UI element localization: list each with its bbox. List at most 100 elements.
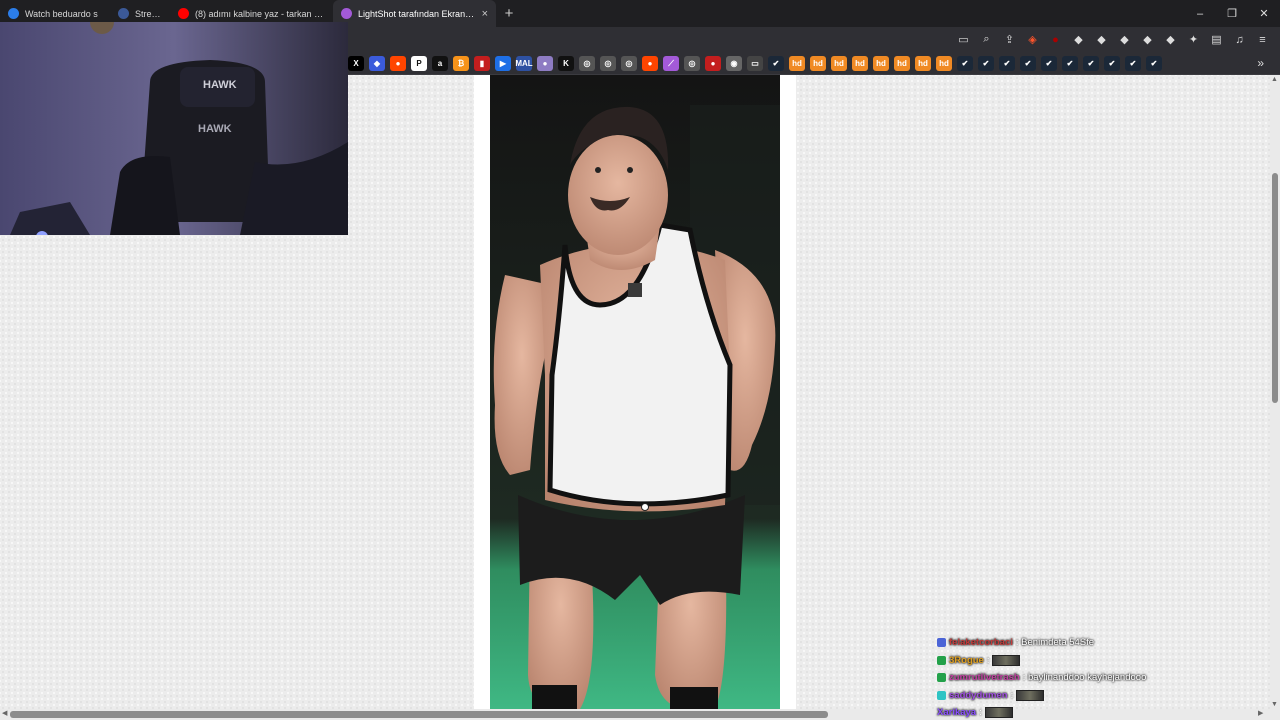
- mouse-cursor: [641, 503, 649, 511]
- tab-favicon-icon: [8, 8, 19, 19]
- bookmark-item[interactable]: hd: [873, 56, 889, 71]
- webcam-feed: HAWK HAWK: [0, 22, 348, 235]
- bookmark-item[interactable]: P: [411, 56, 427, 71]
- bookmark-item[interactable]: ◎: [684, 56, 700, 71]
- bookmark-item[interactable]: ✔: [978, 56, 994, 71]
- bookmark-item[interactable]: ✔: [957, 56, 973, 71]
- extension-icon[interactable]: ◆: [1161, 30, 1180, 49]
- extension-icon[interactable]: ◆: [1138, 30, 1157, 49]
- bookmark-item[interactable]: ◎: [621, 56, 637, 71]
- chat-text: : baylinanddoo kayhejandooo: [1022, 672, 1147, 684]
- chat-text: : Benimdeta 54Sfe: [1015, 637, 1095, 649]
- chat-emote-icon: [1016, 689, 1045, 701]
- stream-chat-overlay: felaketcorbaci: Benimdeta 54Sfe 3Rogue: zu…: [937, 634, 1197, 720]
- scroll-left-icon[interactable]: ◀: [2, 709, 7, 717]
- bookmark-item[interactable]: ●: [705, 56, 721, 71]
- bookmark-item[interactable]: X: [348, 56, 364, 71]
- playlist-icon[interactable]: ♫: [1230, 30, 1249, 49]
- close-window-button[interactable]: ✕: [1248, 0, 1280, 27]
- extension-icon[interactable]: ◆: [1092, 30, 1111, 49]
- bookmark-item[interactable]: ₿: [453, 56, 469, 71]
- chat-username: 3Rogue: [949, 654, 984, 666]
- bookmark-list: X ◆ ● Pa ₿ ▮ ▶ MAL ● K ◎ ◎ ◎ ● ⟋ ◎ ● ◉ ▭ ✔ hd hd hd hd hd hd hd hd ✔…: [348, 56, 1162, 71]
- bookmark-item[interactable]: hd: [831, 56, 847, 71]
- bookmark-item[interactable]: ✔: [768, 56, 784, 71]
- screenshot-container: [474, 75, 796, 709]
- bookmark-item[interactable]: ◎: [579, 56, 595, 71]
- tab-title: Watch beduardo s: [25, 8, 98, 19]
- chat-message: 3Rogue:: [937, 652, 1197, 670]
- bookmark-item[interactable]: ◉: [726, 56, 742, 71]
- bookmark-item[interactable]: ✔: [1146, 56, 1162, 71]
- tab-title: (8) adımı kalbine yaz - tarkan (slo: [195, 8, 325, 19]
- vertical-scrollbar[interactable]: ▲ ▼: [1270, 75, 1280, 709]
- bookmark-item[interactable]: hd: [852, 56, 868, 71]
- bookmark-item[interactable]: hd: [915, 56, 931, 71]
- scroll-right-icon[interactable]: ▶: [1258, 709, 1263, 717]
- bookmark-item[interactable]: ⟋: [663, 56, 679, 71]
- bookmark-item[interactable]: ▮: [474, 56, 490, 71]
- bookmark-item[interactable]: ✔: [1083, 56, 1099, 71]
- tab-title: Streamable: [135, 8, 162, 19]
- bookmark-item[interactable]: hd: [789, 56, 805, 71]
- chat-message: zumrutlivetrash: baylinanddoo kayhejando…: [937, 669, 1197, 687]
- vertical-scroll-thumb[interactable]: [1272, 173, 1278, 403]
- new-tab-button[interactable]: +: [496, 0, 522, 27]
- chat-badge-icon: [937, 655, 946, 665]
- chat-text: :: [979, 707, 982, 719]
- chat-badge-icon: [937, 673, 946, 683]
- chair-brand-label-2: HAWK: [198, 123, 232, 135]
- bookmarks-overflow-button[interactable]: »: [1257, 56, 1264, 70]
- bookmark-item[interactable]: ▶: [495, 56, 511, 71]
- bookmark-item[interactable]: ✔: [1125, 56, 1141, 71]
- tab-title: LightShot tarafından Ekran Görü: [358, 8, 476, 19]
- menu-icon[interactable]: ≡: [1253, 30, 1272, 49]
- chat-username: saddydumen: [949, 689, 1008, 701]
- bookmark-item[interactable]: ✔: [1041, 56, 1057, 71]
- bookmark-item[interactable]: ●: [390, 56, 406, 71]
- bookmark-item[interactable]: ◆: [369, 56, 385, 71]
- chat-username: felaketcorbaci: [949, 637, 1013, 649]
- chat-username: Xarikaya: [937, 707, 977, 719]
- bookmark-item[interactable]: ◎: [600, 56, 616, 71]
- bookmark-item[interactable]: hd: [936, 56, 952, 71]
- maximize-button[interactable]: ❐: [1216, 0, 1248, 27]
- ublock-icon[interactable]: ●: [1046, 30, 1065, 49]
- bookmark-item[interactable]: ▭: [747, 56, 763, 71]
- bookmark-item[interactable]: a: [432, 56, 448, 71]
- bookmark-item[interactable]: K: [558, 56, 574, 71]
- bookmark-item[interactable]: ✔: [1104, 56, 1120, 71]
- screenshot-image: [490, 75, 780, 709]
- scroll-down-icon[interactable]: ▼: [1271, 701, 1278, 708]
- browser-tab[interactable]: LightShot tarafından Ekran Görü ×: [333, 0, 496, 27]
- puzzle-icon[interactable]: ✦: [1184, 30, 1203, 49]
- scroll-up-icon[interactable]: ▲: [1271, 76, 1278, 83]
- bookmark-item[interactable]: hd: [894, 56, 910, 71]
- horizontal-scroll-thumb[interactable]: [10, 711, 828, 718]
- bookmark-item[interactable]: MAL: [515, 56, 533, 71]
- bookmark-item[interactable]: hd: [810, 56, 826, 71]
- brave-shield-icon[interactable]: ◈: [1023, 30, 1042, 49]
- webcam-overlay: HAWK HAWK: [0, 22, 348, 235]
- bookmark-item[interactable]: ●: [642, 56, 658, 71]
- minimize-button[interactable]: –: [1184, 0, 1216, 27]
- bookmark-item[interactable]: ✔: [1062, 56, 1078, 71]
- chat-emote-icon: [992, 654, 1021, 666]
- tab-favicon-icon: [341, 8, 352, 19]
- zoom-icon[interactable]: ⌕: [977, 30, 996, 49]
- close-tab-icon[interactable]: ×: [482, 8, 488, 20]
- cast-icon[interactable]: ▭: [954, 30, 973, 49]
- extension-icon[interactable]: ◆: [1115, 30, 1134, 49]
- chair-brand-label: HAWK: [203, 79, 237, 91]
- tab-favicon-icon: [118, 8, 129, 19]
- chat-text: :: [1010, 689, 1014, 701]
- chat-username: zumrutlivetrash: [949, 672, 1020, 684]
- share-icon[interactable]: ⇪: [1000, 30, 1019, 49]
- bookmark-item[interactable]: ✔: [999, 56, 1015, 71]
- man-in-tank-top-photo: [490, 75, 780, 709]
- chat-emote-icon: [984, 707, 1013, 719]
- bookmark-item[interactable]: ●: [537, 56, 553, 71]
- bookmark-item[interactable]: ✔: [1020, 56, 1036, 71]
- extension-icon[interactable]: ◆: [1069, 30, 1088, 49]
- sidebar-icon[interactable]: ▤: [1207, 30, 1226, 49]
